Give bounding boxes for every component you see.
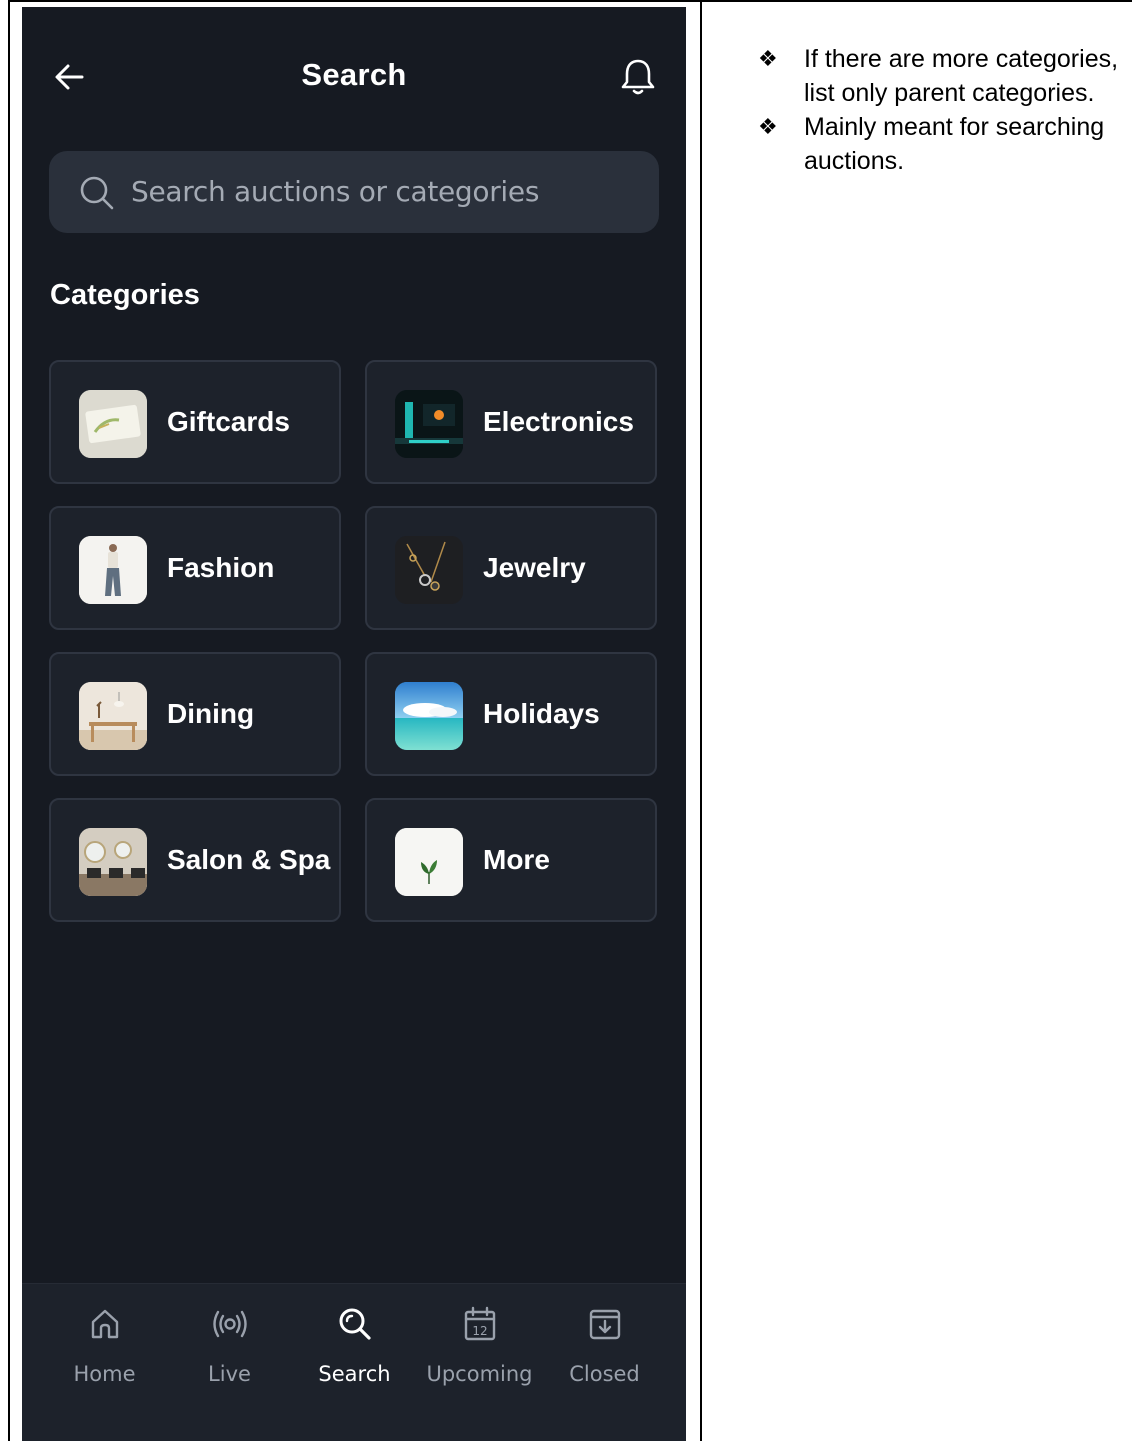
category-label: Giftcards [167, 406, 290, 437]
bottom-navigation: Home Live Search 12 Upcoming Closed [22, 1283, 686, 1441]
note-text: If there are more categories, list only … [804, 45, 1119, 107]
bell-icon [621, 59, 655, 95]
top-bar: Search [22, 7, 686, 147]
diamond-bullet-icon: ❖ [758, 114, 778, 139]
category-card-giftcards[interactable]: Giftcards [49, 360, 341, 484]
category-card-jewelry[interactable]: Jewelry [365, 506, 657, 630]
category-card-holidays[interactable]: Holidays [365, 652, 657, 776]
leaf-image [395, 828, 463, 896]
nav-item-upcoming[interactable]: 12 Upcoming [417, 1284, 542, 1441]
calendar-icon: 12 [464, 1306, 496, 1341]
category-label: Electronics [483, 406, 634, 437]
fashion-image [79, 536, 147, 604]
nav-label: Closed [569, 1362, 640, 1386]
category-card-dining[interactable]: Dining [49, 652, 341, 776]
category-card-electronics[interactable]: Electronics [365, 360, 657, 484]
category-label: More [483, 844, 550, 875]
search-icon [80, 176, 114, 210]
category-label: Dining [167, 698, 255, 729]
category-label: Holidays [483, 698, 600, 729]
nav-item-closed[interactable]: Closed [542, 1284, 667, 1441]
archive-icon [589, 1309, 621, 1340]
category-card-fashion[interactable]: Fashion [49, 506, 341, 630]
frame-middle-border [700, 0, 702, 1441]
calendar-day: 12 [472, 1324, 487, 1338]
holidays-image [395, 682, 463, 750]
electronics-image [395, 390, 463, 458]
nav-item-search[interactable]: Search [292, 1284, 417, 1441]
category-card-salon-spa[interactable]: Salon & Spa [49, 798, 341, 922]
nav-label: Upcoming [426, 1362, 533, 1386]
note-item: ❖ If there are more categories, list onl… [756, 42, 1132, 110]
note-text: Mainly meant for searching auctions. [804, 113, 1105, 175]
search-icon [339, 1308, 371, 1340]
home-icon [91, 1309, 119, 1339]
nav-label: Live [208, 1362, 251, 1386]
phone-screen: Search Search auctions or categories Cat… [22, 7, 686, 1441]
jewelry-image [395, 536, 463, 604]
category-label: Salon & Spa [167, 844, 331, 875]
dining-image [79, 682, 147, 750]
nav-label: Home [73, 1362, 136, 1386]
page-title: Search [301, 57, 407, 92]
salon-image [79, 828, 147, 896]
category-label: Fashion [167, 552, 275, 583]
note-item: ❖ Mainly meant for searching auctions. [756, 110, 1132, 178]
notes-panel: ❖ If there are more categories, list onl… [756, 42, 1132, 178]
nav-item-live[interactable]: Live [167, 1284, 292, 1441]
nav-label: Search [318, 1362, 391, 1386]
diamond-bullet-icon: ❖ [758, 46, 778, 71]
frame-top-border [8, 0, 1132, 2]
frame-left-border [8, 0, 10, 1441]
notifications-button[interactable] [616, 55, 660, 99]
live-broadcast-icon [213, 1310, 247, 1338]
categories-heading: Categories [50, 279, 200, 311]
giftcard-image [79, 390, 147, 458]
search-input[interactable]: Search auctions or categories [49, 151, 659, 233]
nav-item-home[interactable]: Home [42, 1284, 167, 1441]
category-card-more[interactable]: More [365, 798, 657, 922]
category-label: Jewelry [483, 552, 586, 583]
search-placeholder: Search auctions or categories [131, 175, 540, 208]
